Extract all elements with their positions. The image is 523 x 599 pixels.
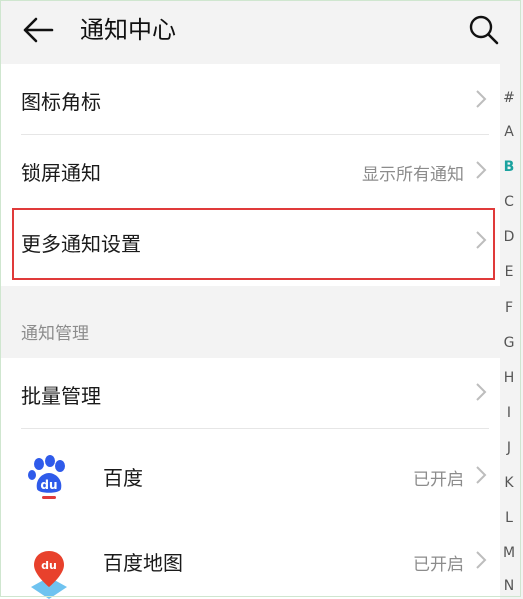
index-letter[interactable]: J <box>498 440 520 456</box>
svg-text:du: du <box>41 559 57 572</box>
index-letter[interactable]: D <box>498 229 520 245</box>
index-letter[interactable]: N <box>498 578 520 594</box>
batch-manage-label: 批量管理 <box>21 384 101 408</box>
lockscreen-value: 显示所有通知 <box>362 165 464 185</box>
index-letter[interactable]: F <box>498 300 520 316</box>
apps-card: 批量管理 du 百度 已开启 du 百度地图 已开启 <box>0 358 500 599</box>
highlight-box <box>12 208 495 280</box>
index-letter[interactable]: A <box>498 124 520 140</box>
baidu-paw-icon: du <box>23 449 75 501</box>
index-letter[interactable]: L <box>498 510 520 526</box>
baidu-map-icon: du <box>23 547 75 599</box>
index-letter[interactable]: E <box>498 264 520 280</box>
lockscreen-row[interactable]: 锁屏通知 显示所有通知 <box>0 135 500 205</box>
section-label-notification-management: 通知管理 <box>21 324 89 344</box>
search-icon[interactable] <box>468 14 500 46</box>
index-letter[interactable]: I <box>498 405 520 421</box>
back-arrow-icon[interactable] <box>22 16 54 44</box>
header-bar: 通知中心 <box>0 0 523 62</box>
app-row-baidu-map[interactable]: du 百度地图 已开启 <box>0 528 500 599</box>
app-name: 百度地图 <box>103 551 183 575</box>
app-status: 已开启 <box>413 555 464 575</box>
icon-badge-label: 图标角标 <box>21 90 101 114</box>
batch-manage-row[interactable]: 批量管理 <box>0 358 500 428</box>
svg-text:du: du <box>40 478 57 492</box>
chevron-right-icon <box>476 161 487 179</box>
chevron-right-icon <box>476 383 487 401</box>
app-name: 百度 <box>103 466 143 490</box>
chevron-right-icon <box>476 466 487 484</box>
index-letter[interactable]: M <box>498 545 520 561</box>
index-letter[interactable]: G <box>498 335 520 351</box>
index-letter[interactable]: # <box>498 90 520 106</box>
index-letter[interactable]: C <box>498 194 520 210</box>
app-status: 已开启 <box>413 470 464 490</box>
index-letter[interactable]: K <box>498 475 520 491</box>
chevron-right-icon <box>476 90 487 108</box>
chevron-right-icon <box>476 551 487 569</box>
index-letter[interactable]: H <box>498 370 520 386</box>
icon-badge-row[interactable]: 图标角标 <box>0 64 500 134</box>
index-letter-active[interactable]: B <box>498 159 520 175</box>
lockscreen-label: 锁屏通知 <box>21 161 101 185</box>
app-row-baidu[interactable]: du 百度 已开启 <box>0 429 500 521</box>
page-title: 通知中心 <box>80 16 176 44</box>
